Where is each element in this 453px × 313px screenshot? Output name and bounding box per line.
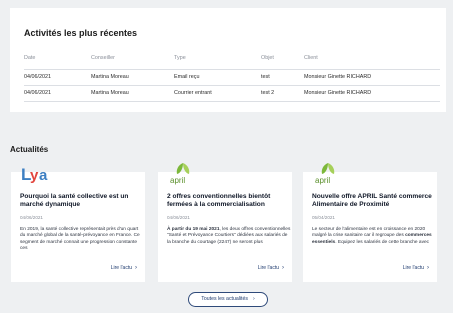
table-divider [24,85,440,86]
news-card[interactable]: april Nouvelle offre APRIL Santé commerc… [303,163,437,282]
recent-activities-panel: Activités les plus récentes Date Conseil… [10,8,446,112]
cell-subject: test [261,74,270,80]
news-card-date: 05/04/2021 [312,215,335,220]
column-client[interactable]: Client [304,55,318,61]
read-news-link[interactable]: Lire l'actu › [111,265,137,271]
april-logo: april [315,163,335,185]
chevron-right-icon: › [427,265,429,271]
table-divider [24,101,440,102]
svg-text:april: april [315,176,330,185]
cell-date: 04/06/2021 [24,90,51,96]
read-news-label: Lire l'actu [257,265,279,271]
cell-date: 04/06/2021 [24,74,51,80]
read-news-link[interactable]: Lire l'actu › [258,265,284,271]
all-news-button[interactable]: Toutes les actualités › [188,292,268,307]
april-logo: april [170,163,190,185]
cell-advisor: Martina Moreau [91,90,129,96]
news-card-date: 04/06/2021 [167,215,190,220]
news-card-excerpt: En 2019, la santé collective représentai… [20,227,140,251]
chevron-right-icon: › [282,265,284,271]
column-date[interactable]: Date [24,55,35,61]
news-card-excerpt: Le secteur de l'alimentaire est en crois… [312,227,436,246]
news-card-title[interactable]: Nouvelle offre APRIL Santé commerce Alim… [312,193,434,209]
news-heading: Actualités [10,145,49,154]
excerpt-bold: À partir du 19 mai 2021 [167,227,220,232]
cell-subject: test 2 [261,90,275,96]
news-card-date: 04/06/2021 [20,215,43,220]
news-card-title[interactable]: 2 offres conventionnelles bientôt fermée… [167,193,289,209]
recent-activities-title: Activités les plus récentes [24,28,138,38]
chevron-right-icon: › [252,296,255,302]
cell-type: Courrier entrant [174,90,212,96]
read-news-link[interactable]: Lire l'actu › [403,265,429,271]
news-card[interactable]: april 2 offres conventionnelles bientôt … [158,163,292,282]
svg-text:y: y [30,167,39,184]
read-news-label: Lire l'actu [110,265,132,271]
lya-logo: L y a [21,165,48,184]
column-type[interactable]: Type [174,55,186,61]
svg-text:april: april [170,176,185,185]
column-advisor[interactable]: Conseiller [91,55,115,61]
cell-advisor: Martina Moreau [91,74,129,80]
cell-client: Monsieur Ginette RICHARD [304,90,372,96]
svg-text:a: a [39,167,48,184]
all-news-label: Toutes les actualités [201,296,248,302]
chevron-right-icon: › [135,265,137,271]
cell-client: Monsieur Ginette RICHARD [304,74,372,80]
table-divider [24,69,440,70]
news-card-title[interactable]: Pourquoi la santé collective est un marc… [20,193,142,209]
column-subject[interactable]: Objet [261,55,274,61]
news-card-excerpt: À partir du 19 mai 2021, les deux offres… [167,227,291,246]
read-news-label: Lire l'actu [402,265,424,271]
cell-type: Email reçu [174,74,200,80]
news-card[interactable]: L y a Pourquoi la santé collective est u… [11,165,145,282]
excerpt-text: . Equipez les salariés de cette branche … [335,239,430,245]
